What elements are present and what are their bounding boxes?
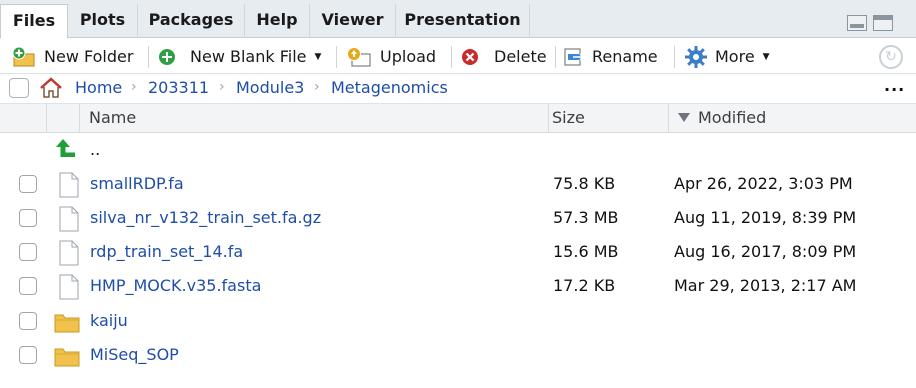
- file-icon: [59, 274, 79, 300]
- file-name-link[interactable]: silva_nr_v132_train_set.fa.gz: [90, 202, 321, 236]
- rename-label: Rename: [592, 47, 658, 66]
- row-checkbox[interactable]: [19, 209, 37, 227]
- column-divider: [79, 104, 80, 133]
- table-row[interactable]: silva_nr_v132_train_set.fa.gz 57.3 MB Au…: [0, 202, 916, 236]
- chevron-down-icon: ▼: [762, 51, 770, 62]
- file-name-link[interactable]: rdp_train_set_14.fa: [90, 236, 243, 270]
- more-label: More: [715, 47, 755, 66]
- folder-name-link[interactable]: MiSeq_SOP: [90, 339, 179, 373]
- maximize-pane-icon[interactable]: [873, 15, 893, 31]
- pane-tab-bar: Files Plots Packages Help Viewer Present…: [0, 0, 916, 39]
- delete-icon: [462, 48, 478, 65]
- tab-files[interactable]: Files: [0, 4, 68, 39]
- row-checkbox[interactable]: [19, 346, 37, 364]
- chevron-down-icon: ▼: [314, 51, 322, 62]
- table-row[interactable]: rdp_train_set_14.fa 15.6 MB Aug 16, 2017…: [0, 236, 916, 270]
- tab-plots[interactable]: Plots: [68, 4, 138, 38]
- chevron-right-icon: ›: [219, 79, 225, 95]
- file-icon: [59, 172, 79, 198]
- breadcrumb-203311[interactable]: 203311: [148, 74, 209, 104]
- tab-presentation[interactable]: Presentation: [396, 4, 530, 38]
- breadcrumb-home[interactable]: Home: [75, 74, 122, 104]
- toolbar-divider: [555, 46, 556, 68]
- file-table-header: Name Size Modified: [0, 104, 916, 133]
- parent-directory-label: ..: [90, 140, 101, 159]
- column-header-modified-label: Modified: [698, 108, 767, 127]
- rename-icon: [564, 47, 586, 66]
- refresh-icon[interactable]: ↻: [879, 45, 903, 69]
- folder-name-link[interactable]: kaiju: [90, 305, 128, 339]
- sort-descending-icon: [678, 113, 690, 122]
- column-divider: [548, 104, 549, 133]
- files-toolbar: New Folder New Blank File ▼ Upload Delet…: [0, 39, 916, 74]
- column-divider: [46, 104, 47, 133]
- row-checkbox[interactable]: [19, 312, 37, 330]
- file-icon: [59, 206, 79, 232]
- row-checkbox[interactable]: [19, 175, 37, 193]
- new-blank-file-label: New Blank File: [190, 47, 307, 66]
- folder-icon: [54, 314, 80, 333]
- breadcrumb-module3[interactable]: Module3: [236, 74, 304, 104]
- folder-icon: [54, 348, 80, 367]
- file-size: 15.6 MB: [553, 242, 619, 261]
- chevron-right-icon: ›: [131, 79, 137, 95]
- column-divider: [668, 104, 669, 133]
- delete-button[interactable]: Delete: [461, 39, 547, 74]
- more-button[interactable]: More ▼: [684, 39, 770, 74]
- toolbar-divider: [148, 46, 149, 68]
- delete-label: Delete: [494, 47, 547, 66]
- file-name-link[interactable]: smallRDP.fa: [90, 168, 184, 202]
- column-header-size[interactable]: Size: [552, 104, 585, 133]
- file-modified: Aug 16, 2017, 8:09 PM: [674, 242, 857, 261]
- minimize-pane-icon[interactable]: [847, 15, 867, 31]
- parent-directory-row[interactable]: ..: [0, 134, 916, 168]
- chevron-right-icon: ›: [314, 79, 320, 95]
- home-icon[interactable]: [38, 77, 64, 99]
- file-size: 17.2 KB: [553, 276, 616, 295]
- toolbar-divider: [336, 46, 337, 68]
- new-file-icon: [159, 48, 175, 65]
- toolbar-divider: [451, 46, 452, 68]
- new-folder-button[interactable]: New Folder: [12, 39, 133, 74]
- column-header-name[interactable]: Name: [89, 104, 136, 133]
- table-row[interactable]: HMP_MOCK.v35.fasta 17.2 KB Mar 29, 2013,…: [0, 270, 916, 304]
- breadcrumb-metagenomics[interactable]: Metagenomics: [331, 74, 448, 104]
- new-blank-file-button[interactable]: New Blank File ▼: [158, 39, 321, 74]
- upload-label: Upload: [380, 47, 437, 66]
- row-checkbox[interactable]: [19, 243, 37, 261]
- breadcrumb: Home › 203311 › Module3 › Metagenomics .…: [0, 74, 916, 104]
- column-header-modified[interactable]: Modified: [678, 104, 766, 133]
- toolbar-divider: [674, 46, 675, 68]
- file-size: 57.3 MB: [553, 208, 619, 227]
- upload-icon: [347, 46, 371, 67]
- gear-icon: [685, 45, 707, 68]
- file-name-link[interactable]: HMP_MOCK.v35.fasta: [90, 270, 261, 304]
- rename-button[interactable]: Rename: [564, 39, 658, 74]
- tab-help[interactable]: Help: [245, 4, 310, 38]
- tab-viewer[interactable]: Viewer: [310, 4, 396, 38]
- table-row[interactable]: kaiju: [0, 305, 916, 339]
- tab-packages[interactable]: Packages: [138, 4, 245, 38]
- path-overflow-button[interactable]: ...: [884, 76, 905, 95]
- file-icon: [59, 240, 79, 266]
- file-size: 75.8 KB: [553, 174, 616, 193]
- table-row[interactable]: smallRDP.fa 75.8 KB Apr 26, 2022, 3:03 P…: [0, 168, 916, 202]
- file-modified: Apr 26, 2022, 3:03 PM: [674, 174, 853, 193]
- file-modified: Aug 11, 2019, 8:39 PM: [674, 208, 857, 227]
- select-all-checkbox[interactable]: [9, 78, 29, 98]
- table-row[interactable]: MiSeq_SOP: [0, 339, 916, 373]
- file-modified: Mar 29, 2013, 2:17 AM: [674, 276, 857, 295]
- row-checkbox[interactable]: [19, 277, 37, 295]
- go-up-icon: [56, 139, 75, 157]
- new-folder-label: New Folder: [44, 47, 134, 66]
- new-folder-icon: [12, 46, 35, 66]
- upload-button[interactable]: Upload: [346, 39, 436, 74]
